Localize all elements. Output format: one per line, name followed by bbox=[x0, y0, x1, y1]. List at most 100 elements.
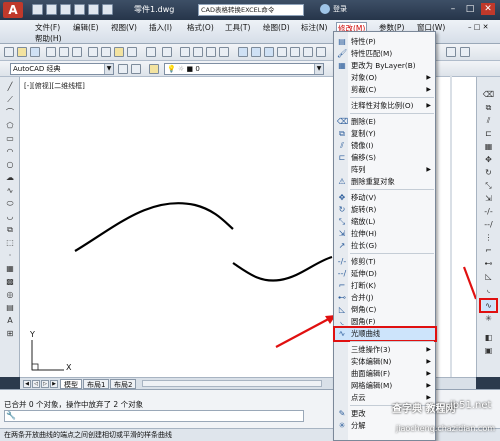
modify-menu-item[interactable]: ⌐ 打断(K) bbox=[335, 280, 435, 292]
mdi-controls[interactable]: – □ ✕ bbox=[468, 23, 488, 31]
modify-menu-item[interactable]: ⊷ 合并(J) bbox=[335, 292, 435, 304]
modify-menu-item[interactable]: 实体编辑(N) ▶ bbox=[335, 356, 435, 368]
tool-palettes-icon[interactable] bbox=[264, 47, 274, 57]
pan-icon[interactable] bbox=[180, 47, 190, 57]
save-icon[interactable] bbox=[60, 4, 71, 15]
modify-menu-item[interactable]: ▤ 特性(P) bbox=[335, 36, 435, 48]
menu-view[interactable]: 视图(V) bbox=[110, 22, 138, 33]
autocad-logo-icon[interactable]: A bbox=[3, 2, 23, 18]
layer-tb-icon[interactable]: ◧ bbox=[482, 332, 495, 343]
modify-menu-item[interactable]: ↻ 旋转(R) bbox=[335, 204, 435, 216]
break-tb-icon[interactable]: ⌐ bbox=[482, 245, 495, 256]
menu-help[interactable]: 帮助(H) bbox=[34, 33, 63, 44]
lock-icon[interactable] bbox=[131, 64, 141, 74]
modify-menu-item[interactable]: ∿ 光顺曲线 bbox=[333, 326, 437, 342]
xline-icon[interactable]: ⟋ bbox=[4, 94, 16, 105]
join-tb-icon[interactable]: ⊷ bbox=[482, 258, 495, 269]
zoom-previous-icon[interactable] bbox=[219, 47, 229, 57]
markup-icon[interactable] bbox=[290, 47, 300, 57]
circle-icon[interactable]: ○ bbox=[4, 159, 16, 170]
spline-icon[interactable]: ∿ bbox=[4, 185, 16, 196]
menu-draw[interactable]: 绘图(D) bbox=[262, 22, 291, 33]
help-tb-icon[interactable] bbox=[316, 47, 326, 57]
style-icon[interactable] bbox=[446, 47, 456, 57]
tab-next-icon[interactable]: ▷ bbox=[41, 380, 49, 388]
menu-tools[interactable]: 工具(T) bbox=[224, 22, 251, 33]
modify-menu-item[interactable]: ⊏ 偏移(S) bbox=[335, 152, 435, 164]
revcloud-icon[interactable]: ☁ bbox=[4, 172, 16, 183]
scale-tb-icon[interactable]: ⤡ bbox=[482, 180, 495, 191]
modify-menu-item[interactable]: ⌫ 删除(E) bbox=[335, 116, 435, 128]
mtext-icon[interactable]: A bbox=[4, 315, 16, 326]
modify-menu-item[interactable]: -/- 修剪(T) bbox=[335, 256, 435, 268]
menu-format[interactable]: 格式(O) bbox=[186, 22, 215, 33]
offset-tb-icon[interactable]: ⊏ bbox=[482, 128, 495, 139]
tab-model[interactable]: 模型 bbox=[60, 379, 82, 389]
modify-menu-item[interactable]: ↗ 拉长(G) bbox=[335, 240, 435, 252]
plot-preview-icon[interactable] bbox=[59, 47, 69, 57]
line-icon[interactable]: ╱ bbox=[4, 81, 16, 92]
horizontal-scrollbar[interactable] bbox=[142, 380, 322, 387]
modify-menu-item[interactable]: 对象(O) ▶ bbox=[335, 72, 435, 84]
fillet-tb-icon[interactable]: ◟ bbox=[482, 284, 495, 295]
stretch-tb-icon[interactable]: ⇲ bbox=[482, 193, 495, 204]
hatch-icon[interactable]: ▦ bbox=[4, 263, 16, 274]
wrench-icon[interactable]: 🔧 bbox=[6, 412, 16, 420]
modify-menu-item[interactable]: 阵列 ▶ bbox=[335, 164, 435, 176]
gradient-icon[interactable]: ▩ bbox=[4, 276, 16, 287]
publish-icon[interactable] bbox=[72, 47, 82, 57]
undo-tb-icon[interactable] bbox=[146, 47, 156, 57]
left-curve[interactable] bbox=[74, 202, 234, 252]
zoom-window-icon[interactable] bbox=[206, 47, 216, 57]
make-block-icon[interactable]: ⬚ bbox=[4, 237, 16, 248]
chamfer-tb-icon[interactable]: ◺ bbox=[482, 271, 495, 282]
quickcalc-icon[interactable] bbox=[303, 47, 313, 57]
viewport-label[interactable]: [-][俯视][二维线框] bbox=[24, 81, 85, 91]
copy-tb-icon[interactable]: ⧉ bbox=[482, 102, 495, 113]
command-input[interactable] bbox=[4, 410, 304, 422]
open-icon[interactable] bbox=[46, 4, 57, 15]
mirror-tb-icon[interactable]: ⫽ bbox=[482, 115, 495, 126]
redo-tb-icon[interactable] bbox=[162, 47, 172, 57]
undo-icon[interactable] bbox=[88, 4, 99, 15]
new-icon[interactable] bbox=[32, 4, 43, 15]
vertical-scroll-track[interactable] bbox=[450, 75, 452, 377]
qnew-icon[interactable] bbox=[4, 47, 14, 57]
rectangle-icon[interactable]: ▭ bbox=[4, 133, 16, 144]
modify-menu-item[interactable]: --/ 延伸(D) bbox=[335, 268, 435, 280]
polygon-icon[interactable]: ⬠ bbox=[4, 120, 16, 131]
trim-tb-icon[interactable]: -/- bbox=[482, 206, 495, 217]
modify-menu-item[interactable]: ✥ 移动(V) bbox=[335, 192, 435, 204]
array-tb-icon[interactable]: ▦ bbox=[482, 141, 495, 152]
modify-menu-item[interactable]: ⚠ 删除重复对象 bbox=[335, 176, 435, 188]
save-file-icon[interactable] bbox=[30, 47, 40, 57]
tab-prev-icon[interactable]: ◁ bbox=[32, 380, 40, 388]
login-button[interactable]: 登录 bbox=[333, 4, 347, 14]
menu-edit[interactable]: 编辑(E) bbox=[72, 22, 100, 33]
zoom-realtime-icon[interactable] bbox=[193, 47, 203, 57]
search-input[interactable]: CAD表格转换EXCEL命令 bbox=[198, 4, 304, 16]
layer-manager-icon[interactable] bbox=[149, 64, 159, 74]
explode-tb-icon[interactable]: ✳ bbox=[482, 313, 495, 324]
menu-dimension[interactable]: 标注(N) bbox=[300, 22, 328, 33]
modify-menu-item[interactable]: ⫽ 镜像(I) bbox=[335, 140, 435, 152]
modify-menu-item[interactable]: 注释性对象比例(O) ▶ bbox=[335, 100, 435, 112]
dimstyle-icon[interactable] bbox=[460, 47, 470, 57]
right-curve[interactable] bbox=[232, 255, 333, 282]
design-center-icon[interactable] bbox=[251, 47, 261, 57]
workspace-settings-icon[interactable] bbox=[118, 64, 128, 74]
polyline-icon[interactable]: ⌒ bbox=[4, 107, 16, 118]
modify-menu-item[interactable]: 三维操作(3) ▶ bbox=[335, 344, 435, 356]
menu-insert[interactable]: 插入(I) bbox=[148, 22, 173, 33]
open-file-icon[interactable] bbox=[17, 47, 27, 57]
ellipse-arc-icon[interactable]: ◡ bbox=[4, 211, 16, 222]
break-point-tb-icon[interactable]: ⋮ bbox=[482, 232, 495, 243]
table-icon[interactable]: ▤ bbox=[4, 302, 16, 313]
sheet-set-icon[interactable] bbox=[277, 47, 287, 57]
tab-last-icon[interactable]: ▶ bbox=[50, 380, 58, 388]
maximize-button[interactable]: □ bbox=[463, 3, 477, 15]
insert-block-icon[interactable]: ⧉ bbox=[4, 224, 16, 235]
close-button[interactable]: ✕ bbox=[481, 3, 495, 15]
modify-menu-item[interactable]: ◟ 圆角(F) bbox=[335, 316, 435, 328]
modify-menu-item[interactable]: 剪裁(C) ▶ bbox=[335, 84, 435, 96]
